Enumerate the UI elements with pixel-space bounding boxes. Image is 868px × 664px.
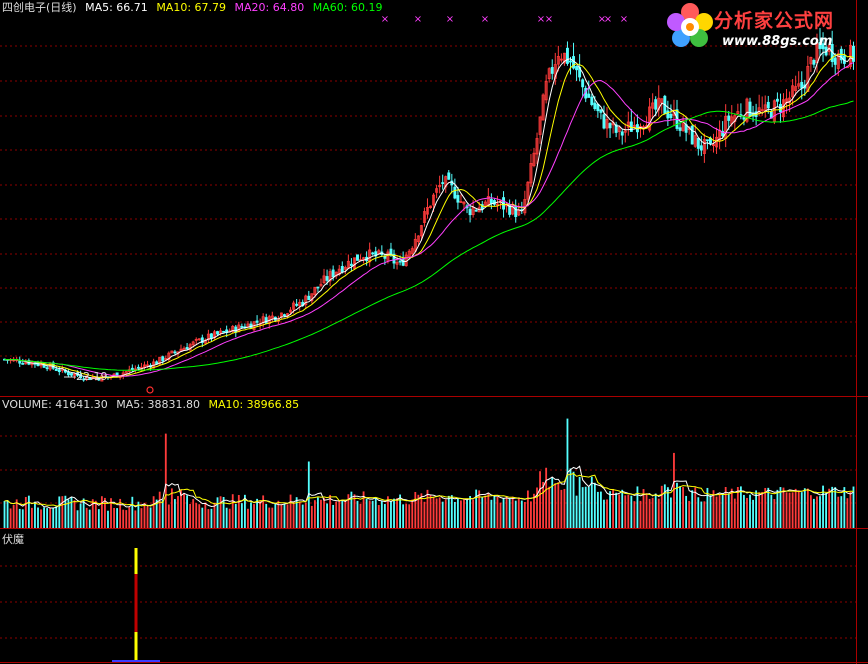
candle-body [325,276,329,281]
candle-body [356,254,359,261]
candle-body [572,56,576,69]
candle-body [727,115,731,121]
candle-body [775,98,779,102]
candle-body [161,356,165,362]
candle-body [654,99,658,110]
price-grid [0,45,856,639]
pane-frames [0,0,868,664]
candle-body [620,131,624,136]
cross-marker: × [545,14,553,25]
candle-body [742,117,746,120]
candle-body [441,182,445,184]
candle-body [833,57,837,65]
candle-body [705,139,709,142]
candle-body [690,125,694,145]
candle-body [307,295,311,301]
cross-marker: × [481,14,489,25]
cross-marker: × [620,14,628,25]
price-header: 四创电子(日线) MA5: 66.71 MA10: 67.79 MA20: 64… [2,1,387,15]
candle-body [812,59,816,65]
ma5-value: MA5: 66.71 [85,1,148,14]
volume-value: VOLUME: 41641.30 [2,398,108,411]
candle-body [800,81,804,89]
candle-body [602,114,606,129]
candle-body [587,93,591,98]
candle-body [45,367,49,370]
candle-body [136,366,140,369]
candle-body [222,330,226,333]
fumo-signal [112,548,160,662]
candle-body [447,172,451,180]
candle-body [340,266,344,273]
chart-markers: × × × × × × ×× × [64,14,628,394]
volume-ma10-value: MA10: 38966.85 [208,398,300,411]
cross-marker: × [381,14,389,25]
candle-body [474,209,478,212]
candle-body [21,362,25,365]
logo-title: 分析家公式网 [714,10,835,32]
stock-title: 四创电子(日线) [2,1,77,14]
candle-body [596,104,600,112]
candle-body [748,101,752,117]
candle-body [550,67,554,74]
candle-body [255,320,259,323]
candle-body [453,186,457,199]
candle-body [173,351,177,354]
volume-bars [3,418,855,528]
candle-body [398,260,402,263]
candle-body [581,79,585,88]
volume-header: VOLUME: 41641.30 MA5: 38831.80 MA10: 389… [2,398,304,412]
ma10-line [4,53,854,379]
candle-body [282,314,286,317]
ma60-value: MA60: 60.19 [312,1,383,14]
candle-body [209,333,213,339]
candle-body [575,65,579,71]
candle-body [66,372,70,376]
flower-logo-icon [667,3,713,47]
logo-url: www.88gs.com [722,34,833,49]
candle-body [185,347,189,350]
candle-body [590,96,594,105]
stock-chart[interactable]: × × × × × × ×× × [0,0,868,664]
candle-body [569,60,572,63]
candle-body [371,252,375,255]
candle-body [240,326,244,328]
candle-body [593,102,597,110]
candle-body [766,101,770,109]
candle-body [57,369,61,373]
candle-body [678,127,682,131]
candle-body [599,109,603,113]
candle-body [696,137,700,149]
candle-body [699,145,703,151]
moving-average-lines [4,47,854,379]
candle-body [316,286,320,289]
candle-body [468,208,472,216]
ma10-value: MA10: 67.79 [156,1,227,14]
ma5-line [4,47,854,379]
candle-body [216,331,219,335]
site-logo: 分析家公式网 www.88gs.com [662,0,862,54]
candle-body [456,195,460,203]
candle-body [349,263,353,266]
candle-body [331,269,335,278]
volume-ma5-value: MA5: 38831.80 [116,398,200,411]
cross-marker: × [446,14,454,25]
candle-body [608,123,612,129]
candle-body [69,373,73,376]
candle-body [18,360,22,364]
indicator-label: 伏魔 [2,533,24,546]
candle-body [514,205,518,218]
candle-body [489,198,493,204]
candle-body [669,113,673,118]
ma20-value: MA20: 64.80 [234,1,305,14]
cross-marker: × [414,14,422,25]
candle-body [54,368,58,371]
low-price-label: 22.19 [76,370,108,383]
candle-body [565,47,569,64]
buy-signal-icon [146,386,154,394]
candle-body [295,303,299,306]
cross-marker: × [604,14,612,25]
